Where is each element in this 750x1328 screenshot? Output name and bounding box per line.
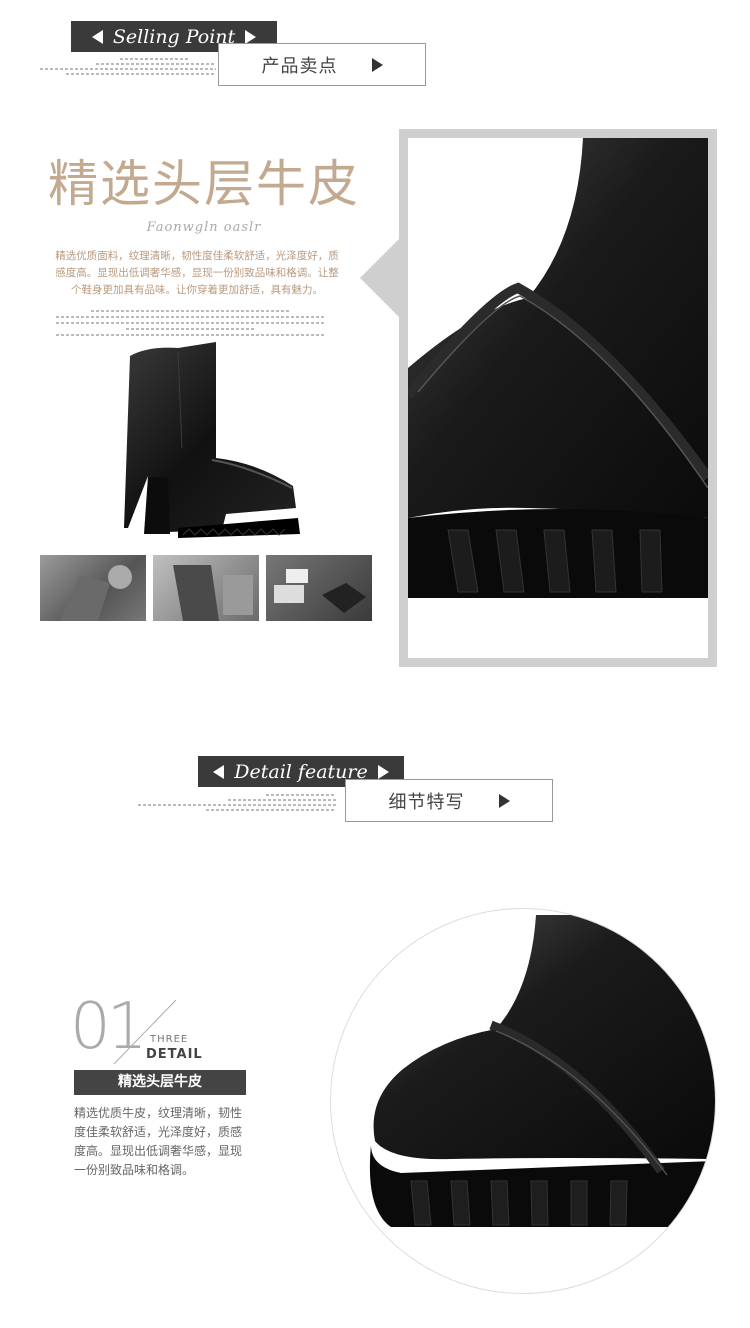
decorative-fine-text [56,310,326,336]
boot-image [124,342,300,538]
arrow-right-icon [245,29,257,44]
callout-pointer [360,234,404,322]
detail-circle-frame [330,908,716,1294]
detail-closeup-label: 细节特写 [388,791,465,813]
feature-title: 精选头层牛皮 [48,155,360,213]
boot-closeup-image [408,138,708,658]
detail-label-big: DETAIL [146,1047,203,1062]
arrow-right-icon [377,764,389,779]
feature-subtitle: Faonwgln oaslr [146,220,262,235]
closeup-frame [399,129,717,667]
product-selling-point-label: 产品卖点 [261,55,338,77]
selling-point-label: Selling Point [112,25,236,48]
decorative-fine-text [40,58,216,75]
detail-description: 精选优质牛皮，纹理清晰，韧性度佳柔软舒适，光泽度好，质感度高。显现出低调奢华感，… [74,1106,243,1177]
material-thumbnail-3 [266,555,372,621]
decorative-fine-text [138,794,338,811]
detail-label-small: THREE [150,1034,189,1045]
material-thumbnail-2 [153,555,259,621]
detail-tag: 精选头层牛皮 [74,1070,246,1095]
detail-closeup-banner: 细节特写 [345,779,553,822]
arrow-right-icon [371,57,383,72]
feature-description: 精选优质面料，纹理清晰，韧性度佳柔软舒适，光泽度好，质感度高。显现出低调奢华感，… [55,250,339,296]
arrow-left-icon [213,764,225,779]
arrow-left-icon [91,29,103,44]
product-selling-point-banner: 产品卖点 [218,43,426,86]
boot-toe-closeup-image [369,915,715,1227]
arrow-right-icon [498,793,510,808]
material-thumbnail-1 [40,555,146,621]
